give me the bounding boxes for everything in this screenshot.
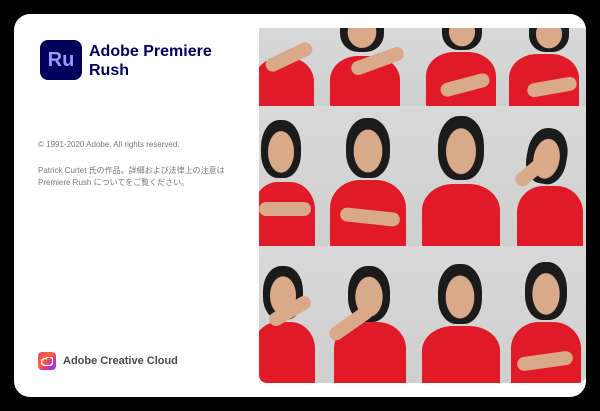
creative-cloud-icon: [38, 352, 56, 370]
premiere-rush-logo: Ru: [40, 40, 82, 80]
artwork-credit: Patrick Curtet 氏の作品。詳細および法律上の注意は Premier…: [38, 166, 225, 187]
photo-tile: [414, 246, 507, 383]
photo-tile: [507, 246, 586, 383]
creative-cloud-label: Adobe Creative Cloud: [63, 355, 178, 367]
app-title: Adobe Premiere Rush: [89, 43, 212, 79]
logo-text: Ru: [47, 48, 75, 71]
photo-tile: [259, 246, 320, 383]
creative-cloud-footer: Adobe Creative Cloud: [38, 352, 178, 370]
photo-tile: [259, 106, 320, 246]
photo-tile: [259, 28, 320, 106]
photo-collage: [259, 28, 586, 383]
photo-tile: [320, 106, 414, 246]
photo-tile: [414, 28, 507, 106]
photo-tile: [320, 246, 414, 383]
photo-tile: [414, 106, 507, 246]
splash-window: Ru Adobe Premiere Rush © 1991-2020 Adobe…: [14, 14, 586, 397]
photo-tile: [320, 28, 414, 106]
photo-tile: [507, 28, 586, 106]
photo-tile: [507, 106, 586, 246]
copyright-text: © 1991-2020 Adobe. All rights reserved.: [38, 140, 180, 149]
